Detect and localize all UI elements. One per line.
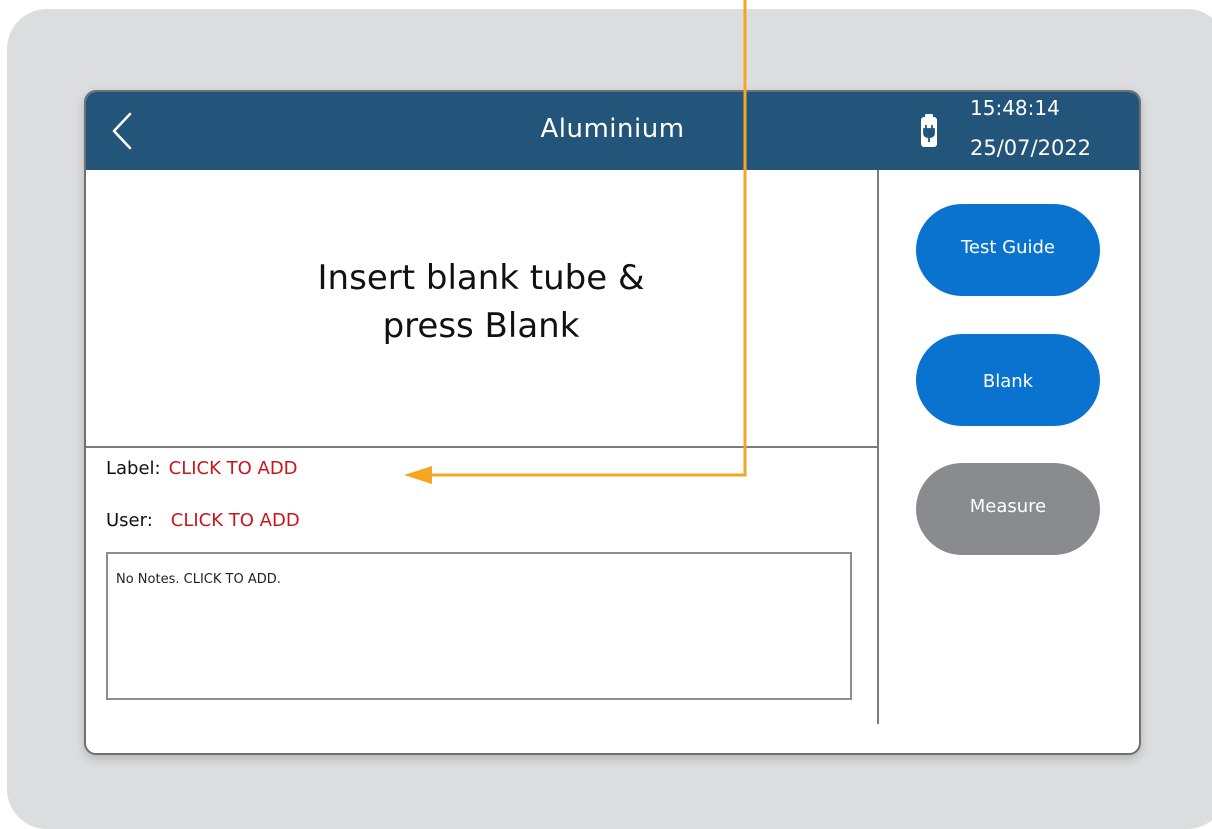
clock-time: 15:48:14 [970, 96, 1060, 120]
header-bar: Aluminium 15:48:14 25/07/2022 [86, 92, 1139, 170]
device-screen: Aluminium 15:48:14 25/07/2022 Insert bla… [84, 90, 1141, 755]
battery-charging-icon [921, 114, 937, 147]
label-key: Label: [106, 458, 161, 479]
clock-date: 25/07/2022 [970, 136, 1092, 160]
user-add-link[interactable]: CLICK TO ADD [171, 510, 300, 531]
blank-button[interactable]: Blank [916, 334, 1100, 426]
instruction-message: Insert blank tube & press Blank [186, 254, 776, 350]
instruction-line-2: press Blank [382, 306, 580, 346]
label-row: Label: CLICK TO ADD [106, 458, 298, 479]
instruction-line-1: Insert blank tube & [317, 258, 645, 298]
user-key: User: [106, 510, 153, 531]
test-guide-button[interactable]: Test Guide [916, 204, 1100, 296]
horizontal-divider [86, 446, 878, 448]
user-row: User: CLICK TO ADD [106, 510, 300, 531]
measure-button[interactable]: Measure [916, 463, 1100, 555]
label-add-link[interactable]: CLICK TO ADD [169, 458, 298, 479]
notes-box[interactable]: No Notes. CLICK TO ADD. [106, 552, 852, 700]
